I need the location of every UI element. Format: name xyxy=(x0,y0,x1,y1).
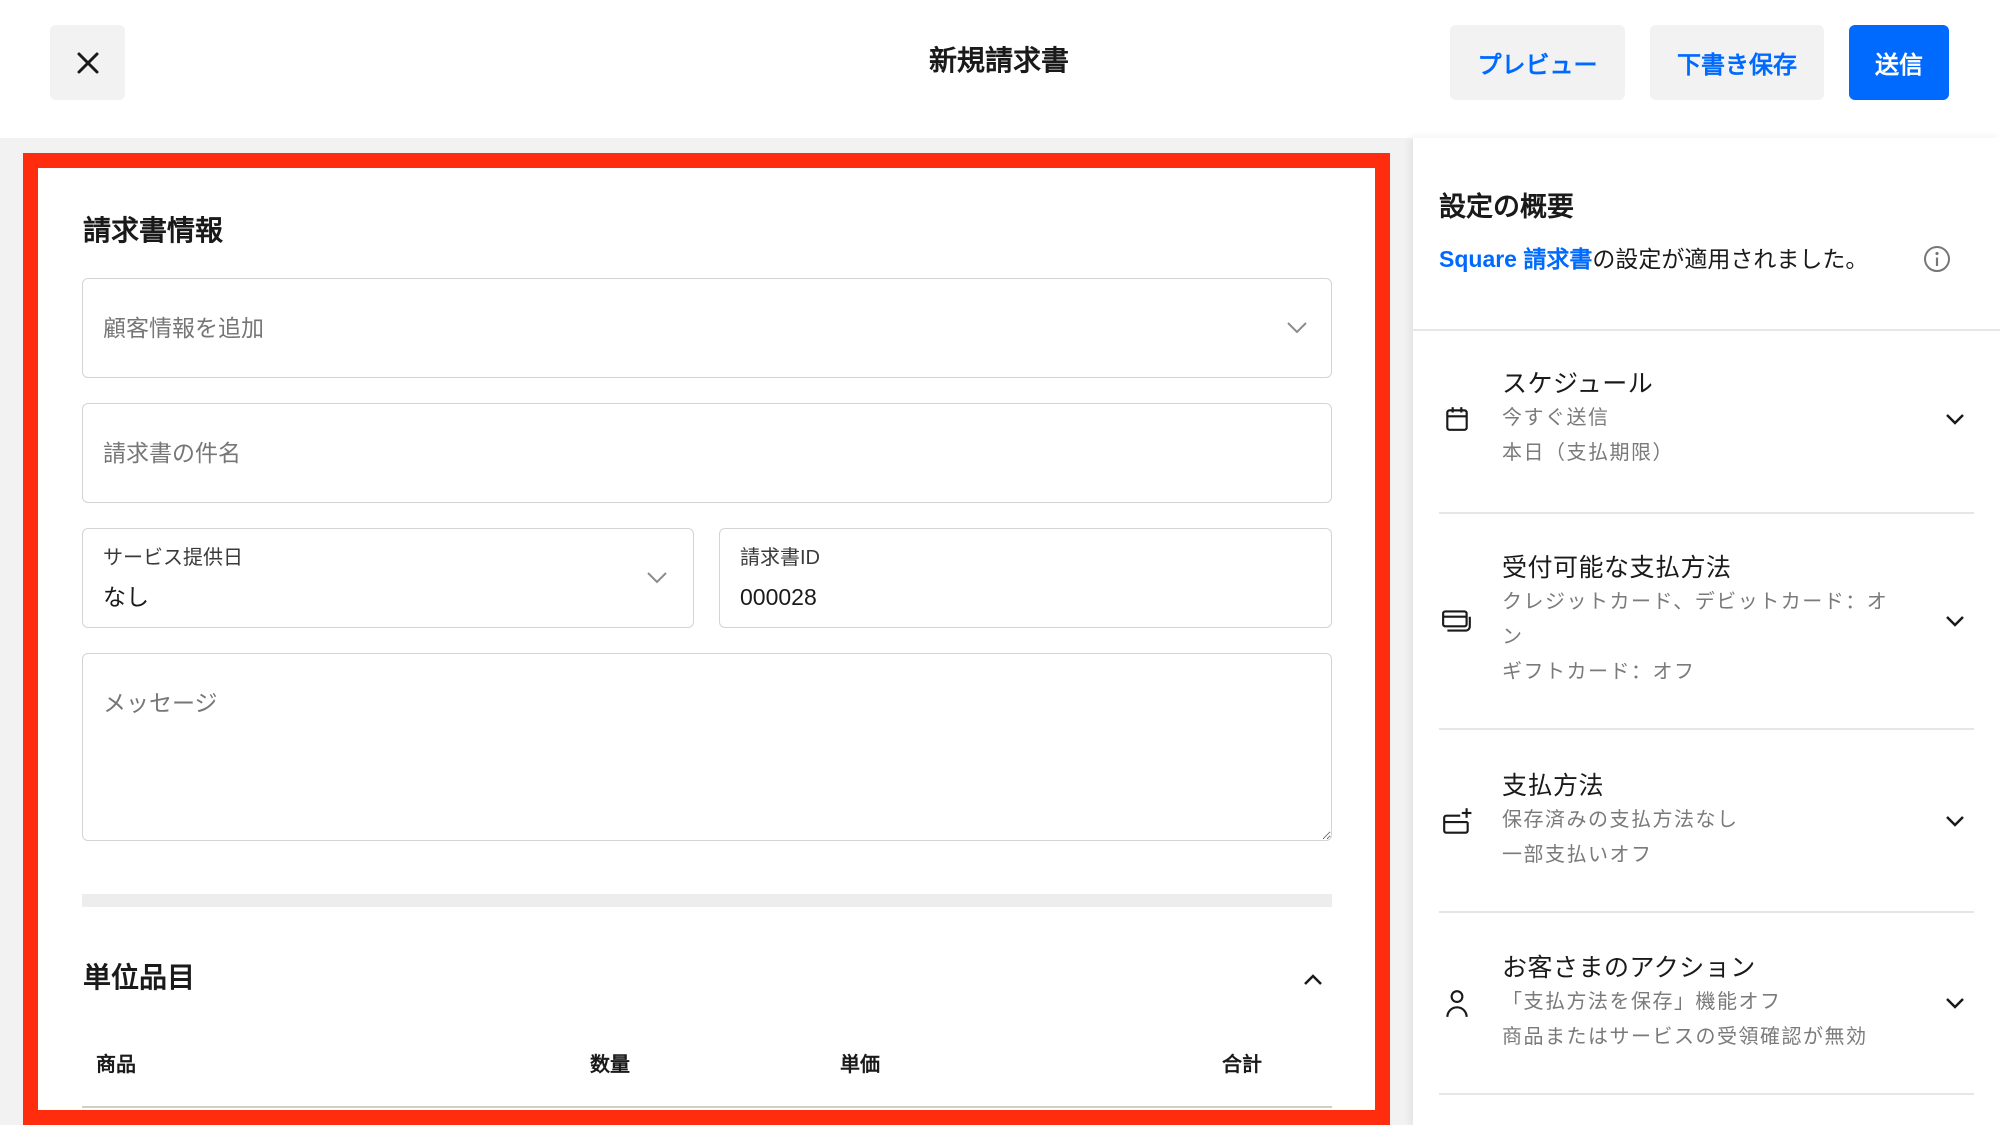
setting-accepted-payment-methods[interactable]: 受付可能な支払方法 クレジットカード、デビットカード：オン ギフトカード：オフ xyxy=(1439,551,1974,690)
setting-title: スケジュール xyxy=(1502,370,1654,398)
settings-notice: Square 請求書の設定が適用されました。 xyxy=(1439,244,1868,274)
customer-select[interactable]: 顧客情報を追加 xyxy=(82,278,1332,378)
chevron-down-icon xyxy=(1946,615,1964,627)
column-header-unit-price: 単価 xyxy=(840,1054,880,1076)
chevron-down-icon xyxy=(1946,998,1964,1009)
invoice-id-field: 請求書ID xyxy=(719,528,1332,628)
setting-title: 支払方法 xyxy=(1502,772,1605,800)
invoice-id-input[interactable] xyxy=(740,583,1300,611)
save-draft-button[interactable]: 下書き保存 xyxy=(1650,25,1824,100)
close-icon xyxy=(77,52,98,73)
page-title: 新規請求書 xyxy=(928,45,1069,76)
square-invoices-link[interactable]: Square 請求書 xyxy=(1439,246,1592,272)
settings-notice-text: の設定が適用されました。 xyxy=(1592,246,1869,272)
person-icon xyxy=(1439,988,1475,1018)
setting-detail: ギフトカード：オフ xyxy=(1502,661,1696,683)
setting-detail: 今すぐ送信 xyxy=(1502,407,1610,429)
setting-detail: 一部支払いオフ xyxy=(1502,844,1653,866)
column-header-item: 商品 xyxy=(96,1054,136,1076)
setting-detail: 保存済みの支払方法なし xyxy=(1502,809,1739,831)
setting-text: 支払方法 保存済みの支払方法なし 一部支払いオフ xyxy=(1502,769,1897,873)
setting-detail: クレジットカード、デビットカード：オン xyxy=(1502,591,1889,648)
message-textarea[interactable] xyxy=(82,653,1332,841)
table-header-divider xyxy=(82,1106,1332,1108)
setting-text: スケジュール 今すぐ送信 本日（支払期限） xyxy=(1502,367,1897,471)
service-date-value: なし xyxy=(103,584,149,610)
customer-placeholder: 顧客情報を追加 xyxy=(103,315,264,341)
card-plus-icon xyxy=(1439,807,1475,835)
send-button[interactable]: 送信 xyxy=(1849,25,1949,100)
setting-customer-actions[interactable]: お客さまのアクション 「支払方法を保存」機能オフ 商品またはサービスの受領確認が… xyxy=(1439,951,1974,1055)
setting-detail: 「支払方法を保存」機能オフ xyxy=(1502,991,1782,1013)
column-header-total: 合計 xyxy=(1222,1054,1262,1076)
calendar-icon xyxy=(1439,405,1475,433)
collapse-line-items-button[interactable] xyxy=(1298,967,1328,993)
setting-text: お客さまのアクション 「支払方法を保存」機能オフ 商品またはサービスの受領確認が… xyxy=(1502,951,1897,1055)
preview-button[interactable]: プレビュー xyxy=(1450,25,1625,100)
settings-summary-heading: 設定の概要 xyxy=(1439,192,1574,222)
cards-icon xyxy=(1439,608,1475,634)
setting-schedule[interactable]: スケジュール 今すぐ送信 本日（支払期限） xyxy=(1439,367,1974,471)
invoice-info-heading: 請求書情報 xyxy=(83,215,224,246)
chevron-down-icon xyxy=(1946,816,1964,827)
line-items-heading: 単位品目 xyxy=(83,962,196,993)
chevron-down-icon xyxy=(647,572,667,584)
invoice-id-label: 請求書ID xyxy=(740,547,820,569)
setting-detail: 本日（支払期限） xyxy=(1502,442,1674,464)
setting-detail: 商品またはサービスの受領確認が無効 xyxy=(1502,1026,1868,1048)
service-date-label: サービス提供日 xyxy=(103,547,243,569)
column-header-quantity: 数量 xyxy=(590,1054,630,1076)
setting-payment-method[interactable]: 支払方法 保存済みの支払方法なし 一部支払いオフ xyxy=(1439,769,1974,873)
section-divider xyxy=(82,894,1332,907)
item-divider xyxy=(1439,512,1974,514)
invoice-subject-input[interactable] xyxy=(83,404,1331,502)
chevron-down-icon xyxy=(1287,322,1307,334)
setting-text: 受付可能な支払方法 クレジットカード、デビットカード：オン ギフトカード：オフ xyxy=(1502,551,1897,690)
chevron-up-icon xyxy=(1304,974,1322,985)
item-divider xyxy=(1439,728,1974,730)
panel-divider xyxy=(1413,329,2000,331)
chevron-down-icon xyxy=(1946,414,1964,425)
item-divider xyxy=(1439,1093,1974,1095)
setting-title: お客さまのアクション xyxy=(1502,954,1756,982)
setting-title: 受付可能な支払方法 xyxy=(1502,554,1732,582)
service-date-select[interactable]: サービス提供日 なし xyxy=(82,528,694,628)
item-divider xyxy=(1439,911,1974,913)
invoice-subject-field xyxy=(82,403,1332,503)
info-icon[interactable] xyxy=(1923,245,1951,273)
top-bar: 新規請求書 プレビュー 下書き保存 送信 xyxy=(0,0,2000,138)
close-button[interactable] xyxy=(50,25,125,100)
